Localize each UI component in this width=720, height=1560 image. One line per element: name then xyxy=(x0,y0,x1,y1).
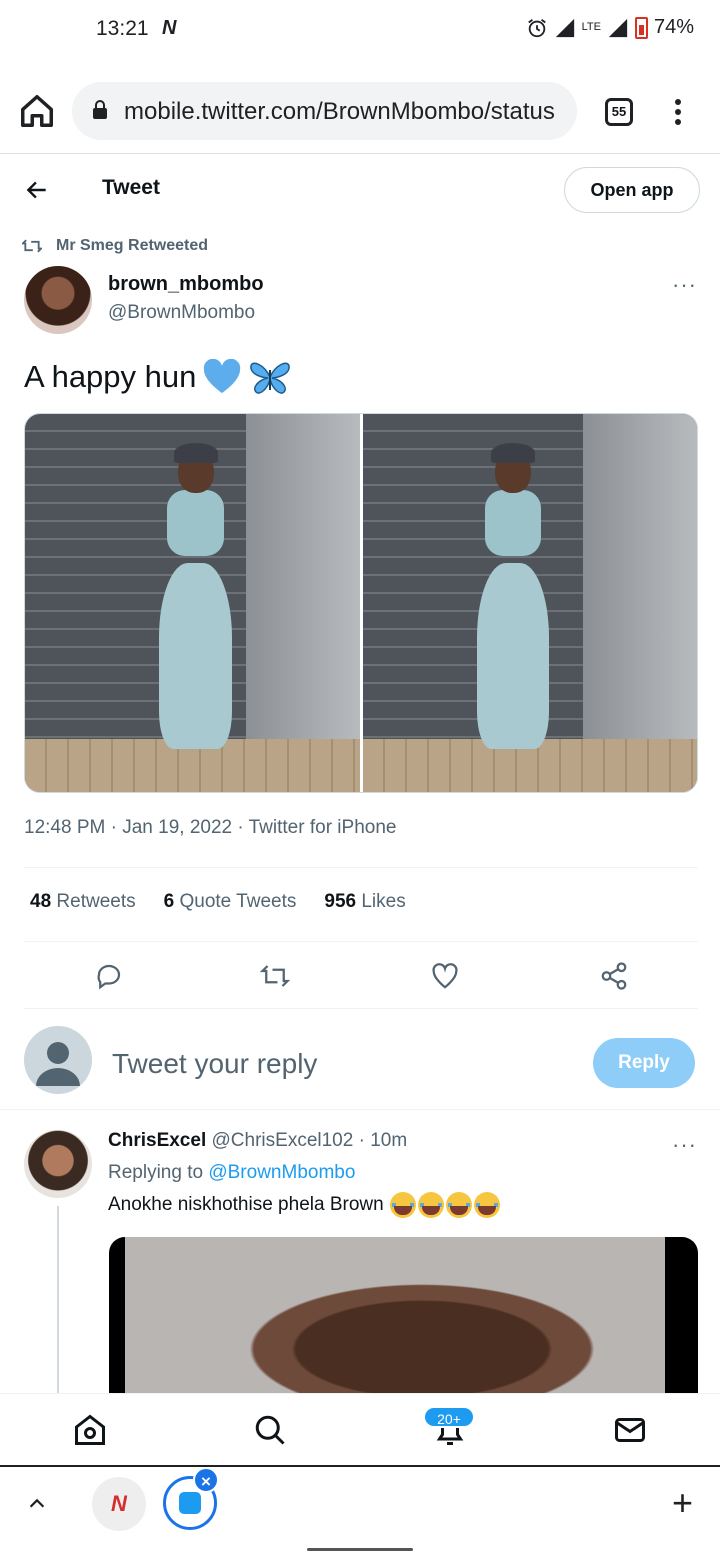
url-bar[interactable]: mobile.twitter.com/BrownMbombo/status xyxy=(72,82,577,140)
tweet-media xyxy=(24,413,698,793)
crying-emoji xyxy=(473,1192,500,1218)
status-icons: LTE 74% xyxy=(526,16,694,39)
new-tab-button[interactable]: + xyxy=(672,1485,693,1521)
like-icon[interactable] xyxy=(430,961,460,991)
chevron-up-icon[interactable] xyxy=(26,1493,48,1515)
tweet-actions xyxy=(24,955,698,995)
replying-to-handle[interactable]: @BrownMbombo xyxy=(208,1162,355,1183)
tab-switcher-button[interactable]: 55 xyxy=(605,98,633,126)
reply-more-options-icon[interactable]: ··· xyxy=(672,1132,697,1158)
retweets-label: Retweets xyxy=(56,891,136,912)
author-avatar[interactable] xyxy=(24,266,92,334)
author-name[interactable]: brown_mbombo xyxy=(108,273,264,296)
reply-composer: Tweet your reply Reply xyxy=(0,1010,720,1110)
home-nav-icon[interactable] xyxy=(72,1412,108,1448)
lte-label: LTE xyxy=(581,21,601,33)
open-app-button[interactable]: Open app xyxy=(564,167,700,213)
reply-text-content: Anokhe niskhothise phela Brown xyxy=(108,1194,384,1215)
retweet-action-icon[interactable] xyxy=(260,961,290,991)
reply-input[interactable]: Tweet your reply xyxy=(112,1048,317,1080)
reply-header: ChrisExcel @ChrisExcel102 · 10m xyxy=(108,1130,408,1151)
url-text: mobile.twitter.com/BrownMbombo/status xyxy=(124,98,555,125)
crying-emoji xyxy=(445,1192,472,1218)
back-arrow-icon[interactable] xyxy=(24,177,50,203)
search-icon[interactable] xyxy=(252,1412,288,1448)
tweet-text: A happy hun xyxy=(24,358,292,396)
reply-author-name[interactable]: ChrisExcel xyxy=(108,1130,206,1151)
home-icon[interactable] xyxy=(18,92,56,130)
status-bar: 13:21 N LTE 74% xyxy=(0,0,720,60)
lock-icon xyxy=(93,100,107,119)
crying-emoji xyxy=(417,1192,444,1218)
status-time: 13:21 xyxy=(96,17,149,40)
notification-icon: N xyxy=(162,17,177,39)
tab-news[interactable]: N xyxy=(92,1477,146,1531)
tweet-text-content: A happy hun xyxy=(24,359,197,394)
close-tab-icon[interactable]: × xyxy=(193,1467,219,1493)
crying-emoji xyxy=(389,1192,416,1218)
author-handle[interactable]: @BrownMbombo xyxy=(108,302,255,324)
retweet-icon xyxy=(22,239,42,253)
divider xyxy=(24,941,698,942)
tweet-photo-1[interactable] xyxy=(25,414,360,792)
tweet-photo-2[interactable] xyxy=(362,414,697,792)
reply-button[interactable]: Reply xyxy=(593,1038,695,1088)
likes-stat[interactable]: 956 Likes xyxy=(324,891,405,913)
tweet-stats: 48 Retweets 6 Quote Tweets 956 Likes xyxy=(30,891,406,913)
page-title: Tweet xyxy=(102,176,160,199)
signal-icon-2 xyxy=(608,18,628,37)
signal-icon xyxy=(555,18,574,37)
likes-label: Likes xyxy=(361,891,406,912)
reply-icon[interactable] xyxy=(94,961,124,991)
quote-tweets-stat[interactable]: 6 Quote Tweets xyxy=(164,891,297,913)
reply-media[interactable] xyxy=(109,1237,698,1397)
browser-tab-strip: N × + xyxy=(0,1465,720,1560)
overflow-menu-icon[interactable] xyxy=(668,96,688,130)
replying-to: Replying to @BrownMbombo xyxy=(108,1162,355,1184)
reply-time[interactable]: 10m xyxy=(370,1130,407,1151)
reply-author-handle[interactable]: @ChrisExcel102 xyxy=(212,1130,354,1151)
battery-percent: 74% xyxy=(653,16,694,38)
blue-heart-emoji xyxy=(204,359,241,393)
quote-tweets-count: 6 xyxy=(163,891,175,912)
share-icon[interactable] xyxy=(599,961,629,991)
reply-text: Anokhe niskhothise phela Brown xyxy=(108,1192,500,1218)
tweet-header: Tweet Open app xyxy=(0,155,720,223)
default-user-icon xyxy=(36,1042,80,1086)
messages-icon[interactable] xyxy=(612,1412,648,1448)
battery-icon xyxy=(634,16,648,39)
retweets-stat[interactable]: 48 Retweets xyxy=(30,891,136,913)
twitter-icon xyxy=(179,1492,201,1514)
retweets-count: 48 xyxy=(30,891,52,912)
alarm-icon xyxy=(527,18,546,37)
retweet-context[interactable]: Mr Smeg Retweeted xyxy=(22,237,208,255)
retweeted-by-label: Mr Smeg Retweeted xyxy=(56,237,209,254)
divider xyxy=(24,867,698,868)
notifications-badge: 20+ xyxy=(423,1406,475,1428)
quote-tweets-label: Quote Tweets xyxy=(179,891,297,912)
tweet-timestamp[interactable]: 12:48 PM · Jan 19, 2022 · Twitter for iP… xyxy=(24,817,396,839)
more-options-icon[interactable]: ··· xyxy=(672,272,697,298)
user-avatar xyxy=(24,1026,92,1094)
divider xyxy=(24,1008,698,1009)
browser-toolbar: mobile.twitter.com/BrownMbombo/status 55 xyxy=(0,68,720,154)
replying-prefix: Replying to xyxy=(108,1162,204,1183)
reply-author-avatar[interactable] xyxy=(24,1130,92,1198)
butterfly-emoji xyxy=(250,362,291,394)
gesture-bar xyxy=(307,1548,413,1551)
bottom-navigation: 20+ xyxy=(0,1393,720,1465)
likes-count: 956 xyxy=(324,891,357,912)
thread-line xyxy=(57,1206,59,1396)
